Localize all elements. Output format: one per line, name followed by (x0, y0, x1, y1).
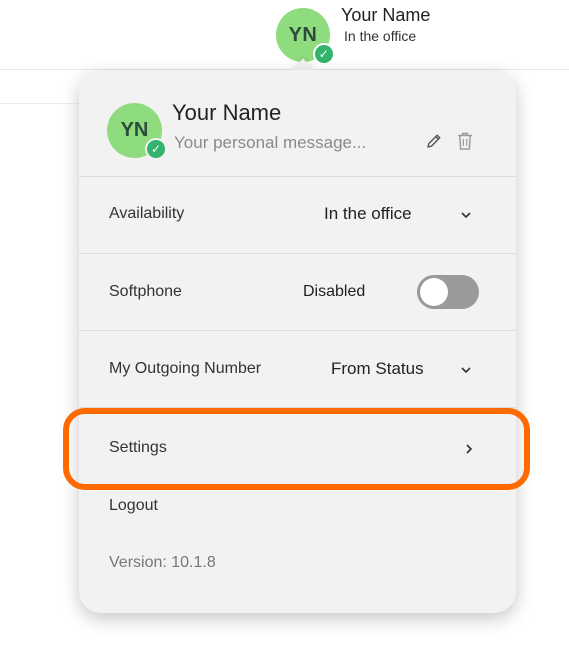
divider (79, 253, 516, 254)
outgoing-number-label: My Outgoing Number (109, 360, 262, 377)
softphone-status: Disabled (303, 283, 366, 300)
profile-avatar[interactable]: YN ✓ (107, 103, 167, 160)
chevron-down-icon[interactable] (460, 364, 472, 376)
trash-icon[interactable] (456, 131, 474, 151)
softphone-label: Softphone (109, 283, 182, 300)
logout-link[interactable]: Logout (109, 497, 158, 515)
version-text: Version: 10.1.8 (109, 554, 216, 571)
pencil-icon[interactable] (425, 132, 443, 150)
chevron-down-icon[interactable] (460, 209, 472, 221)
availability-value: In the office (324, 204, 412, 223)
softphone-toggle[interactable] (417, 275, 479, 309)
divider (79, 330, 516, 331)
profile-avatar-initials: YN (120, 119, 149, 141)
outgoing-number-value: From Status (331, 359, 424, 378)
personal-message-field[interactable]: Your personal message... (174, 133, 366, 153)
availability-label: Availability (109, 205, 185, 222)
profile-name: Your Name (172, 100, 282, 125)
toggle-knob (420, 278, 448, 306)
check-icon: ✓ (145, 138, 167, 160)
header-user-name: Your Name (341, 5, 431, 25)
profile-menu-popover: YN ✓ Your Name Your personal message... … (79, 70, 516, 613)
check-icon: ✓ (313, 43, 335, 65)
header-avatar-initials: YN (288, 23, 318, 46)
header-user-status: In the office (344, 28, 417, 44)
background-divider (0, 103, 80, 104)
settings-highlight-annotation (63, 408, 530, 490)
divider (79, 176, 516, 177)
header-avatar[interactable]: YN ✓ (276, 8, 335, 65)
